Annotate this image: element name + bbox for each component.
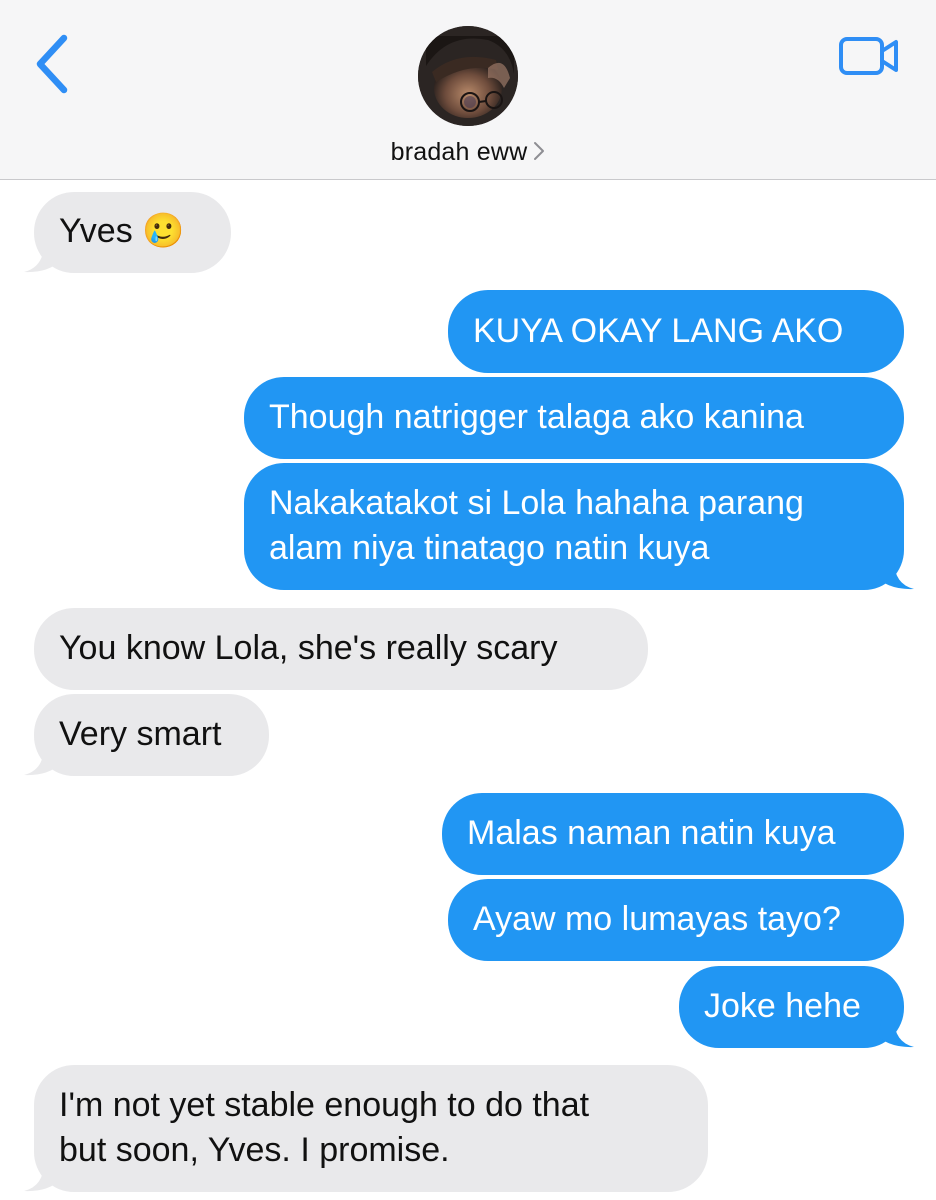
message-text: KUYA OKAY LANG AKO: [473, 312, 844, 350]
incoming-bubble-tail: [24, 243, 60, 273]
message-text-line: I'm not yet stable enough to do that: [59, 1086, 590, 1124]
video-camera-icon[interactable]: [838, 36, 902, 76]
contact-avatar[interactable]: [418, 26, 518, 126]
chevron-right-icon: [534, 142, 545, 161]
incoming-message[interactable]: You know Lola, she's really scary: [34, 608, 648, 690]
message-text: Ayaw mo lumayas tayo?: [473, 900, 841, 938]
outgoing-message[interactable]: KUYA OKAY LANG AKO: [448, 290, 904, 373]
outgoing-message[interactable]: Though natrigger talaga ako kanina: [244, 377, 904, 459]
incoming-bubble-tail: [24, 1162, 60, 1192]
incoming-message[interactable]: I'm not yet stable enough to do that but…: [34, 1065, 708, 1192]
message-text-line: but soon, Yves. I promise.: [59, 1131, 450, 1169]
contact-name-button[interactable]: bradah eww: [0, 138, 936, 167]
message-text: Though natrigger talaga ako kanina: [269, 398, 804, 436]
outgoing-bubble-tail: [878, 1018, 914, 1048]
conversation-header: bradah eww: [0, 0, 936, 180]
message-text-line: Nakakatakot si Lola hahaha parang: [269, 484, 804, 522]
outgoing-message[interactable]: Nakakatakot si Lola hahaha parang alam n…: [244, 463, 904, 590]
message-thread[interactable]: Yves 🥲 KUYA OKAY LANG AKO Though natrigg…: [0, 180, 936, 1200]
outgoing-message[interactable]: Ayaw mo lumayas tayo?: [448, 879, 904, 961]
incoming-message[interactable]: Yves 🥲: [34, 192, 231, 273]
outgoing-message[interactable]: Malas naman natin kuya: [442, 793, 904, 875]
contact-name-label: bradah eww: [390, 138, 528, 166]
message-text: Malas naman natin kuya: [467, 814, 836, 852]
outgoing-bubble-tail: [878, 560, 914, 590]
message-text: Very smart: [59, 715, 222, 753]
message-text: Yves 🥲: [59, 212, 185, 250]
message-text-line: alam niya tinatago natin kuya: [269, 529, 710, 567]
incoming-bubble-tail: [24, 746, 60, 776]
back-chevron-icon[interactable]: [22, 26, 86, 102]
incoming-message[interactable]: Very smart: [34, 694, 269, 776]
message-text: You know Lola, she's really scary: [59, 629, 558, 667]
message-text: Joke hehe: [704, 987, 861, 1025]
outgoing-message[interactable]: Joke hehe: [679, 966, 904, 1048]
